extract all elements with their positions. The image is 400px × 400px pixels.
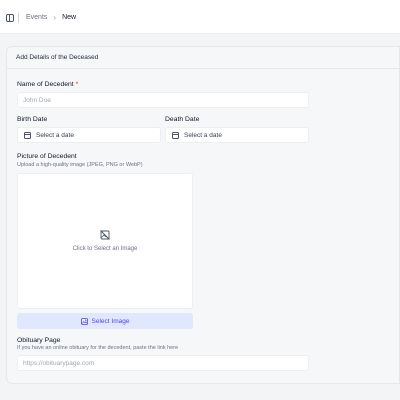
death-date-label: Death Date — [165, 116, 200, 123]
image-dropzone[interactable]: Click to Select an Image — [17, 173, 193, 309]
picture-label: Picture of Decedent — [17, 153, 77, 160]
deceased-details-card: Add Details of the Deceased Name of Dece… — [6, 46, 400, 384]
breadcrumb-separator: › — [53, 13, 57, 22]
name-label-text: Name of Decedent — [17, 81, 74, 88]
birth-date-picker[interactable]: Select a date — [17, 127, 161, 143]
birth-date-label: Birth Date — [17, 116, 48, 123]
calendar-icon — [24, 131, 31, 139]
dropzone-text: Click to Select an Image — [72, 246, 138, 252]
name-input[interactable] — [17, 92, 309, 108]
image-placeholder-icon — [100, 230, 110, 240]
section-title: Add Details of the Deceased — [16, 54, 99, 61]
required-mark: * — [75, 81, 79, 88]
select-image-label: Select Image — [91, 317, 130, 325]
breadcrumb: Events › New — [26, 13, 76, 23]
name-label: Name of Decedent * — [17, 80, 78, 89]
select-image-button[interactable]: Select Image — [17, 313, 193, 329]
calendar-icon — [172, 131, 179, 139]
birth-date-text: Select a date — [36, 131, 74, 139]
top-header: Events › New — [0, 0, 400, 34]
death-date-text: Select a date — [184, 131, 222, 139]
obituary-label: Obituary Page — [17, 337, 61, 344]
header-divider — [18, 13, 19, 23]
card-header: Add Details of the Deceased — [7, 47, 399, 69]
breadcrumb-current: New — [62, 14, 77, 21]
death-date-picker[interactable]: Select a date — [165, 127, 309, 143]
sidebar-toggle-icon[interactable] — [6, 14, 14, 22]
picture-help-text: Upload a high-quality image (JPEG, PNG o… — [17, 162, 143, 168]
obituary-help-text: If you have an online obituary for the d… — [17, 345, 179, 351]
breadcrumb-events-link[interactable]: Events — [26, 13, 47, 23]
obituary-url-input[interactable] — [17, 355, 309, 371]
image-icon — [80, 317, 88, 325]
